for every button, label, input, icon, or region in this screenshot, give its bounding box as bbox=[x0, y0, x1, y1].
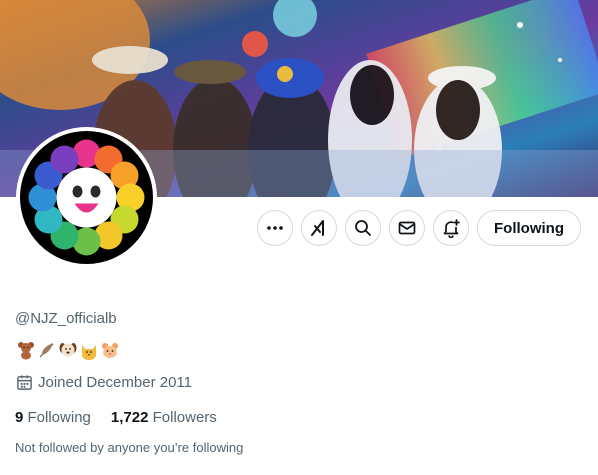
mutuals-notice: Not followed by anyone you’re following bbox=[15, 440, 244, 455]
followers-label: Followers bbox=[152, 409, 217, 426]
notify-button[interactable] bbox=[433, 210, 469, 246]
teddy-bear-emoji-icon bbox=[18, 342, 34, 360]
search-button[interactable] bbox=[345, 210, 381, 246]
feather-emoji-icon bbox=[39, 343, 54, 358]
followers-count-link[interactable]: 1,722 Followers bbox=[111, 409, 217, 426]
more-horizontal-icon bbox=[267, 226, 283, 230]
following-button[interactable]: Following bbox=[477, 210, 581, 246]
puppy-emoji-icon bbox=[59, 343, 77, 357]
bell-plus-icon bbox=[443, 219, 460, 238]
following-count: 9 bbox=[15, 409, 24, 426]
followers-count: 1,722 bbox=[110, 409, 149, 426]
calendar-icon bbox=[17, 375, 32, 390]
message-button[interactable] bbox=[389, 210, 425, 246]
more-button[interactable] bbox=[257, 210, 293, 246]
profile-bio bbox=[16, 340, 120, 362]
profile-stats: 9 Following 1,722 Followers bbox=[15, 409, 217, 426]
cat-emoji-icon bbox=[82, 345, 96, 360]
hamster-emoji-icon bbox=[102, 343, 118, 358]
profile-avatar[interactable] bbox=[16, 127, 157, 268]
profile-handle: @NJZ_officialb bbox=[15, 310, 117, 327]
profile-actions: Following bbox=[0, 210, 598, 246]
grok-icon bbox=[311, 220, 324, 236]
following-count-link[interactable]: 9 Following bbox=[15, 409, 91, 426]
joined-date: Joined December 2011 bbox=[16, 374, 192, 391]
search-icon bbox=[355, 220, 371, 236]
joined-text: Joined December 2011 bbox=[38, 374, 192, 391]
following-label: Following bbox=[27, 409, 91, 426]
grok-button[interactable] bbox=[301, 210, 337, 246]
envelope-icon bbox=[398, 221, 416, 235]
